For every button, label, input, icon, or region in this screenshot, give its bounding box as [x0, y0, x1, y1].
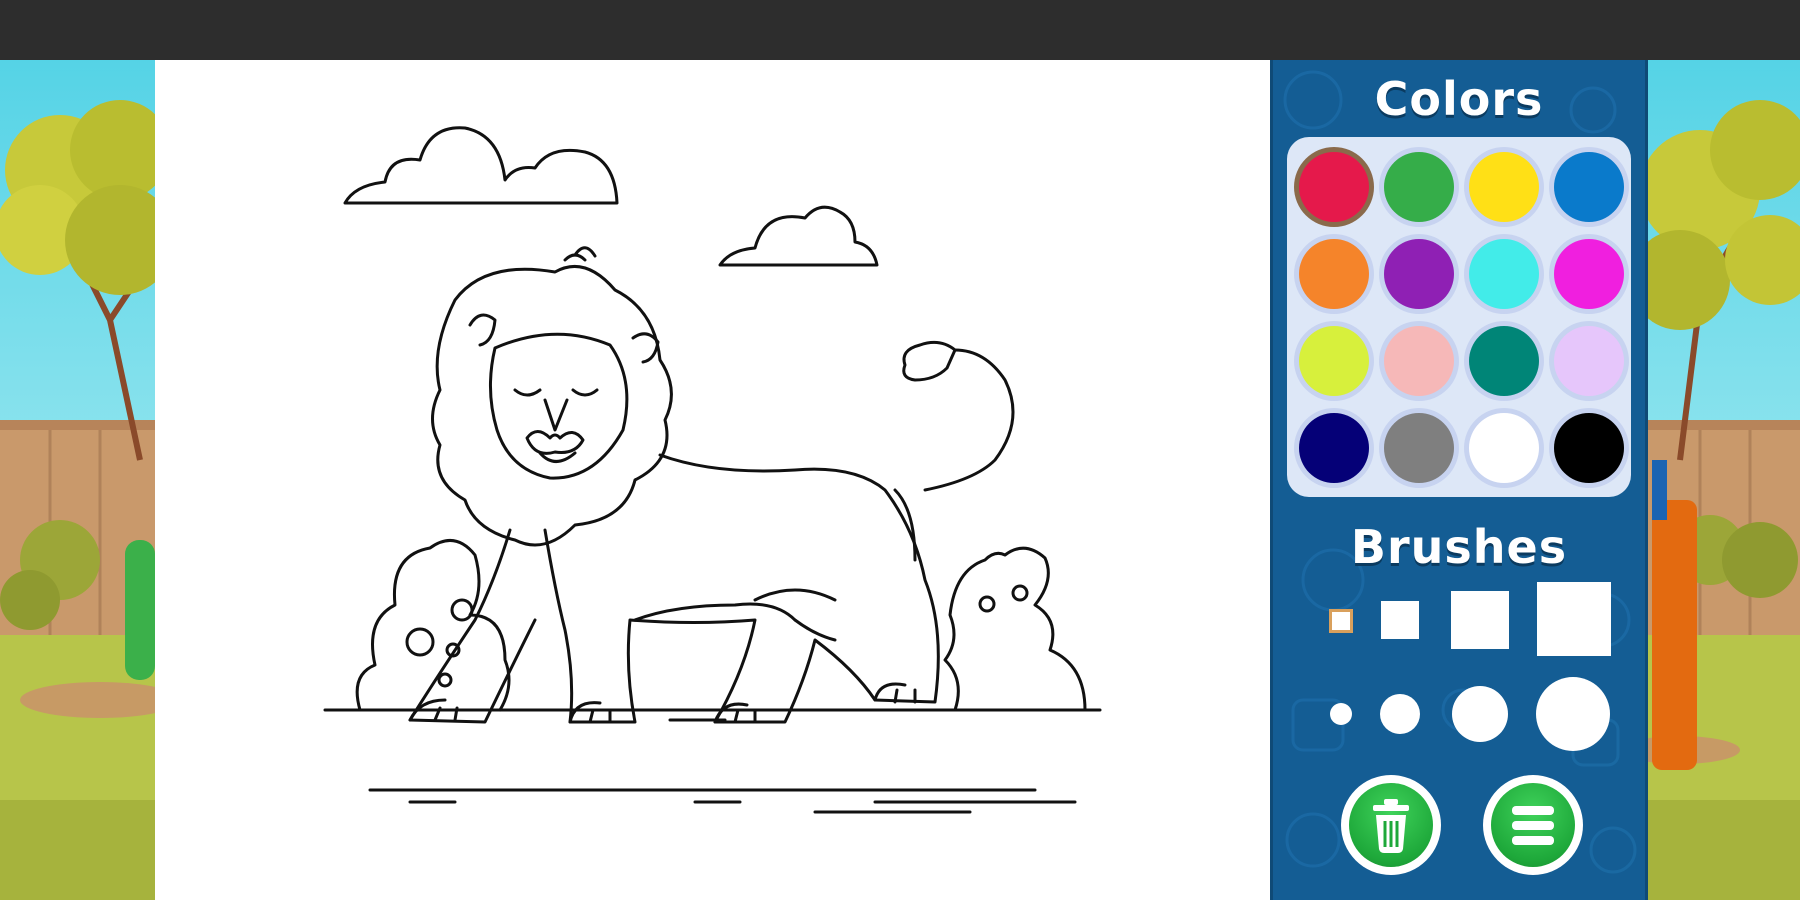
color-swatch-lavender[interactable] — [1554, 326, 1624, 396]
brush-round-small[interactable] — [1380, 694, 1420, 734]
color-swatch-green[interactable] — [1384, 152, 1454, 222]
color-swatch-yellow[interactable] — [1469, 152, 1539, 222]
brushes-title: Brushes — [1350, 520, 1568, 574]
brush-round-large[interactable] — [1536, 677, 1610, 751]
color-swatch-black[interactable] — [1554, 413, 1624, 483]
trash-icon — [1373, 799, 1409, 853]
tools-panel: Colors Brushes — [1270, 60, 1648, 900]
drawing-canvas[interactable] — [155, 60, 1270, 900]
brush-round-tiny[interactable] — [1330, 703, 1352, 725]
color-swatch-teal[interactable] — [1469, 326, 1539, 396]
top-bar — [0, 0, 1800, 60]
brush-square-large[interactable] — [1537, 582, 1611, 656]
lion-outline-drawing — [323, 126, 1102, 814]
color-swatch-red[interactable] — [1299, 152, 1369, 222]
brush-square-tiny[interactable] — [1329, 609, 1353, 633]
menu-button[interactable] — [1483, 775, 1583, 875]
brush-square-medium[interactable] — [1451, 591, 1509, 649]
color-swatch-magenta[interactable] — [1554, 239, 1624, 309]
color-swatch-blue[interactable] — [1554, 152, 1624, 222]
colors-title: Colors — [1374, 72, 1544, 126]
color-swatch-lime[interactable] — [1299, 326, 1369, 396]
brush-round-medium[interactable] — [1452, 686, 1508, 742]
brush-square-small[interactable] — [1381, 601, 1419, 639]
color-swatch-white[interactable] — [1469, 413, 1539, 483]
color-swatch-navy[interactable] — [1299, 413, 1369, 483]
clear-button[interactable] — [1341, 775, 1441, 875]
color-swatch-purple[interactable] — [1384, 239, 1454, 309]
color-swatch-cyan[interactable] — [1469, 239, 1539, 309]
color-palette — [1287, 137, 1631, 497]
color-swatch-orange[interactable] — [1299, 239, 1369, 309]
color-swatch-pink[interactable] — [1384, 326, 1454, 396]
menu-icon — [1512, 806, 1554, 845]
color-swatch-gray[interactable] — [1384, 413, 1454, 483]
